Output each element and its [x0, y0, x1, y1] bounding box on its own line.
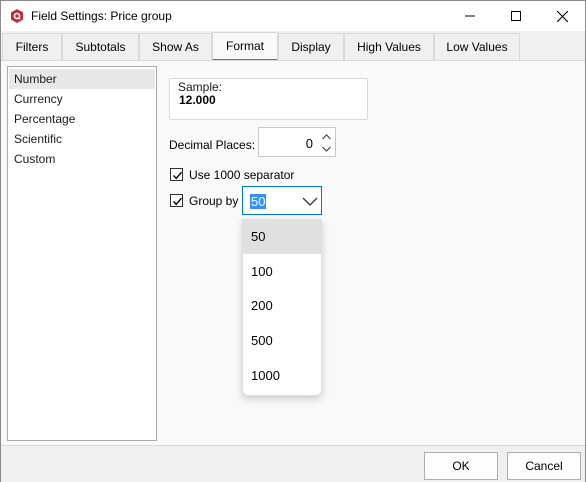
cancel-button[interactable]: Cancel	[507, 452, 581, 480]
dropdown-option-1000[interactable]: 1000	[243, 359, 321, 393]
tab-format[interactable]: Format	[212, 32, 278, 61]
dropdown-option-50[interactable]: 50	[243, 220, 321, 254]
decimal-places-value[interactable]: 0	[306, 136, 313, 151]
use-separator-checkbox[interactable]	[170, 168, 183, 181]
category-item-percentage[interactable]: Percentage	[9, 109, 155, 129]
tab-subtotals[interactable]: Subtotals	[62, 33, 139, 60]
tab-strip: Filters Subtotals Show As Format Display…	[1, 31, 585, 61]
tab-display[interactable]: Display	[278, 33, 344, 60]
tab-show-as[interactable]: Show As	[139, 33, 212, 60]
tab-low-values[interactable]: Low Values	[434, 33, 520, 60]
close-icon	[556, 10, 568, 22]
app-logo-icon	[10, 9, 24, 23]
dropdown-option-500[interactable]: 500	[243, 324, 321, 358]
category-list[interactable]: Number Currency Percentage Scientific Cu…	[7, 66, 157, 441]
title-bar[interactable]: Field Settings: Price group	[1, 1, 585, 31]
maximize-icon	[511, 11, 521, 21]
minimize-button[interactable]	[447, 1, 493, 31]
group-by-label: Group by	[189, 194, 239, 208]
group-by-combo[interactable]: 50	[242, 186, 322, 215]
decimal-places-label: Decimal Places:	[169, 138, 256, 152]
dropdown-option-200[interactable]: 200	[243, 289, 321, 323]
ok-button[interactable]: OK	[424, 452, 498, 480]
group-by-dropdown-list[interactable]: 50 100 200 500 1000	[242, 219, 322, 396]
chevron-up-icon[interactable]	[319, 131, 333, 143]
dialog-footer: OK Cancel	[1, 445, 585, 482]
category-item-currency[interactable]: Currency	[9, 89, 155, 109]
dropdown-option-100[interactable]: 100	[243, 255, 321, 289]
field-settings-dialog: Field Settings: Price group Filters Subt…	[0, 0, 586, 482]
category-item-number[interactable]: Number	[9, 69, 155, 89]
category-item-scientific[interactable]: Scientific	[9, 129, 155, 149]
group-by-combo-value[interactable]: 50	[250, 194, 267, 209]
group-by-checkbox[interactable]	[170, 194, 183, 207]
maximize-button[interactable]	[493, 1, 539, 31]
tab-high-values[interactable]: High Values	[344, 33, 434, 60]
minimize-icon	[465, 11, 475, 21]
close-button[interactable]	[539, 1, 585, 31]
tab-filters[interactable]: Filters	[2, 33, 62, 60]
format-panel: Number Currency Percentage Scientific Cu…	[1, 61, 585, 445]
sample-label: Sample:	[178, 80, 223, 94]
category-item-custom[interactable]: Custom	[9, 149, 155, 169]
chevron-down-icon[interactable]	[302, 195, 318, 209]
window-title: Field Settings: Price group	[31, 9, 172, 23]
sample-value: 12.000	[179, 93, 216, 107]
decimal-places-stepper[interactable]: 0	[258, 127, 336, 157]
chevron-down-icon[interactable]	[319, 143, 333, 155]
use-separator-label: Use 1000 separator	[189, 168, 295, 182]
